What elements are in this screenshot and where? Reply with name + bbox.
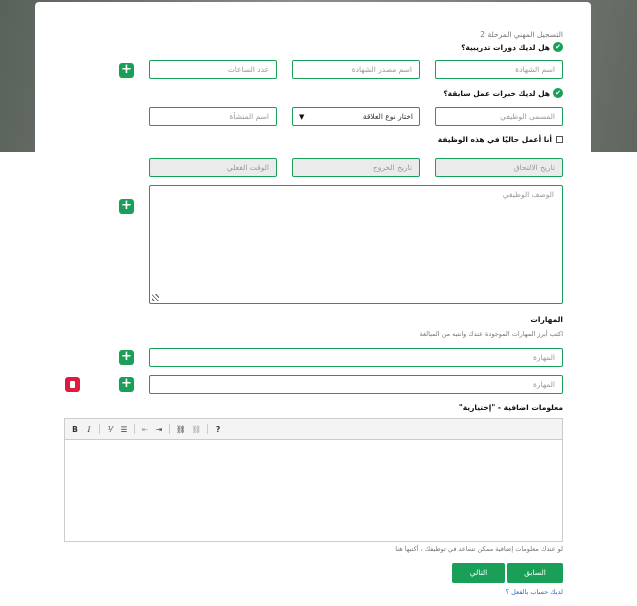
plus-icon: + (121, 198, 132, 213)
ordered-list-icon[interactable]: ⅟ (106, 425, 114, 434)
bold-button[interactable]: B (71, 425, 79, 434)
skills-heading: المهارات (530, 315, 563, 324)
currently-working-checkbox[interactable] (556, 136, 563, 143)
skills-hint: اكتب أبرز المهارات الموجودة عندك وانتبه … (419, 330, 564, 338)
training-question: ✔ هل لديك دورات تدريبية؟ (461, 42, 563, 52)
indent-icon[interactable]: ⇥ (155, 425, 163, 434)
check-circle-icon: ✔ (553, 42, 563, 52)
job-description-textarea[interactable]: الوصف الوظيفي (149, 185, 563, 304)
join-date-input[interactable] (435, 158, 563, 177)
certificate-name-input[interactable] (435, 60, 563, 79)
additional-info-hint: لو عندك معلومات إضافية ممكن تساعد في توظ… (395, 545, 563, 553)
experience-question-label: هل لديك خبرات عمل سابقة؟ (443, 88, 550, 98)
add-experience-button[interactable]: + (119, 199, 134, 214)
certificate-source-input[interactable] (292, 60, 420, 79)
relation-type-select[interactable]: اختار نوع العلاقة ▼ (292, 107, 420, 126)
step-title: التسجيل المهني المرحلة 2 (480, 30, 563, 39)
next-button[interactable]: التالي (452, 563, 505, 583)
remove-skill-button[interactable] (65, 377, 80, 392)
outdent-icon[interactable]: ⇤ (141, 425, 149, 434)
editor-content-area[interactable] (65, 440, 562, 540)
unlink-icon[interactable]: ⛓ (192, 425, 202, 434)
additional-info-heading: معلومات اضافية - "إختيارية" (458, 403, 563, 412)
exit-date-input[interactable] (292, 158, 420, 177)
chevron-down-icon: ▼ (299, 112, 305, 121)
add-skill-button-2[interactable]: + (119, 377, 134, 392)
currently-working-row: أنا أعمل حاليًا في هذه الوظيفة (438, 135, 563, 144)
job-description-placeholder: الوصف الوظيفي (502, 190, 554, 199)
job-title-input[interactable] (435, 107, 563, 126)
link-icon[interactable]: ⛓ (176, 425, 186, 434)
hours-input[interactable] (149, 60, 277, 79)
editor-toolbar: B I ⅟ ☰ ⇤ ⇥ ⛓ ⛓ ? (65, 419, 562, 440)
add-training-button[interactable]: + (119, 63, 134, 78)
italic-button[interactable]: I (85, 425, 93, 434)
relation-type-value: اختار نوع العلاقة (362, 112, 413, 121)
bullet-list-icon[interactable]: ☰ (120, 425, 128, 434)
resize-handle-icon[interactable] (152, 294, 159, 301)
plus-icon: + (121, 376, 132, 391)
experience-question: ✔ هل لديك خبرات عمل سابقة؟ (443, 88, 563, 98)
have-account-link[interactable]: لديك حساب بالفعل ؟ (506, 588, 563, 596)
plus-icon: + (121, 349, 132, 364)
toolbar-divider (99, 424, 100, 434)
previous-button[interactable]: السابق (507, 563, 563, 583)
currently-working-label: أنا أعمل حاليًا في هذه الوظيفة (437, 135, 552, 144)
toolbar-divider (207, 424, 209, 434)
additional-info-editor: B I ⅟ ☰ ⇤ ⇥ ⛓ ⛓ ? (64, 418, 563, 542)
check-circle-icon: ✔ (553, 88, 563, 98)
skill-input-2[interactable] (149, 375, 563, 394)
toolbar-divider (134, 424, 135, 434)
toolbar-divider (169, 424, 170, 434)
plus-icon: + (121, 62, 132, 77)
skill-input-1[interactable] (149, 348, 563, 367)
training-question-label: هل لديك دورات تدريبية؟ (461, 42, 550, 52)
registration-card: التسجيل المهني المرحلة 2 ✔ هل لديك دورات… (35, 2, 591, 606)
help-icon[interactable]: ? (214, 425, 222, 434)
company-name-input[interactable] (149, 107, 277, 126)
actual-time-input[interactable] (149, 158, 277, 177)
add-skill-button[interactable]: + (119, 350, 134, 365)
